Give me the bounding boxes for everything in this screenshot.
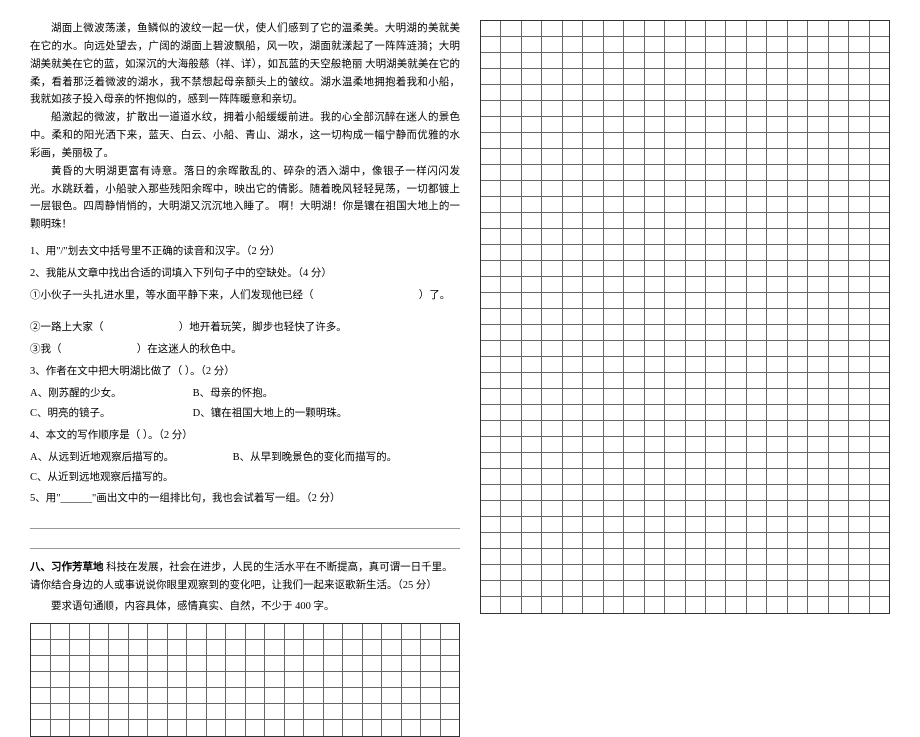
q2c-prefix: ③我（	[30, 344, 62, 355]
q3-opt-c[interactable]: C、明亮的镜子。	[30, 404, 190, 424]
section-8: 八、习作芳草地 科技在发展，社会在进步，人民的生活水平在不断提高，真可谓一日千里…	[30, 559, 460, 595]
answer-line-1[interactable]	[30, 513, 460, 529]
question-3: 3、作者在文中把大明湖比做了（ ）。（2 分）	[30, 362, 460, 382]
q3-opt-d[interactable]: D、镶在祖国大地上的一颗明珠。	[193, 408, 348, 419]
passage-p3: 黄昏的大明湖更富有诗意。落日的余晖散乱的、碎杂的洒入湖中，像银子一样闪闪发光。水…	[30, 163, 460, 234]
q4-opt-b[interactable]: B、从早到晚景色的变化而描写的。	[233, 452, 398, 463]
q2c-suffix: ）在这迷人的秋色中。	[137, 344, 242, 355]
writing-grid-right[interactable]	[480, 20, 890, 614]
question-2: 2、我能从文章中找出合适的词填入下列句子中的空缺处。（4 分）	[30, 264, 460, 284]
answer-line-2[interactable]	[30, 533, 460, 549]
question-5: 5、用"______"画出文中的一组排比句，我也会试着写一组。（2 分）	[30, 489, 460, 509]
passage-p2: 船激起的微波，扩散出一道道水纹，拥着小船缓缓前进。我的心全部沉醉在迷人的景色中。…	[30, 109, 460, 163]
section-8-req: 要求语句通顺，内容具体，感情真实、自然，不少于 400 字。	[30, 597, 460, 617]
left-column: 湖面上微波荡漾，鱼鳞似的波纹一起一伏，使人们感到了它的温柔美。大明湖的美就美在它…	[30, 20, 460, 617]
section-8-label: 八、习作芳草地	[30, 562, 104, 573]
q2b-suffix: ）地开着玩笑，脚步也轻快了许多。	[179, 322, 347, 333]
passage-p1: 湖面上微波荡漾，鱼鳞似的波纹一起一伏，使人们感到了它的温柔美。大明湖的美就美在它…	[30, 20, 460, 109]
q2a-suffix: ）了。	[419, 290, 451, 301]
q4-opt-a[interactable]: A、从远到近地观察后描写的。	[30, 448, 230, 468]
q3-opt-b[interactable]: B、母亲的怀抱。	[193, 388, 274, 399]
q2-sub-a: ①小伙子一头扎进水里，等水面平静下来，人们发现他已经（ ）了。	[30, 286, 460, 306]
q3-options: A、刚苏醒的少女。 B、母亲的怀抱。 C、明亮的镜子。 D、镶在祖国大地上的一颗…	[30, 384, 460, 424]
q2a-prefix: ①小伙子一头扎进水里，等水面平静下来，人们发现他已经（	[30, 290, 314, 301]
q4-opt-c[interactable]: C、从近到远地观察后描写的。	[30, 472, 174, 483]
q3-opt-a[interactable]: A、刚苏醒的少女。	[30, 384, 190, 404]
right-column	[480, 20, 890, 617]
q2-sub-b: ②一路上大家（ ）地开着玩笑，脚步也轻快了许多。	[30, 318, 460, 338]
question-4: 4、本文的写作顺序是（ ）。（2 分）	[30, 426, 460, 446]
writing-grid-left[interactable]	[30, 623, 460, 737]
q2-sub-c: ③我（ ）在这迷人的秋色中。	[30, 340, 460, 360]
question-1: 1、用"/"划去文中括号里不正确的读音和汉字。（2 分）	[30, 242, 460, 262]
q4-options: A、从远到近地观察后描写的。 B、从早到晚景色的变化而描写的。 C、从近到远地观…	[30, 448, 460, 488]
reading-passage: 湖面上微波荡漾，鱼鳞似的波纹一起一伏，使人们感到了它的温柔美。大明湖的美就美在它…	[30, 20, 460, 234]
q2b-prefix: ②一路上大家（	[30, 322, 104, 333]
